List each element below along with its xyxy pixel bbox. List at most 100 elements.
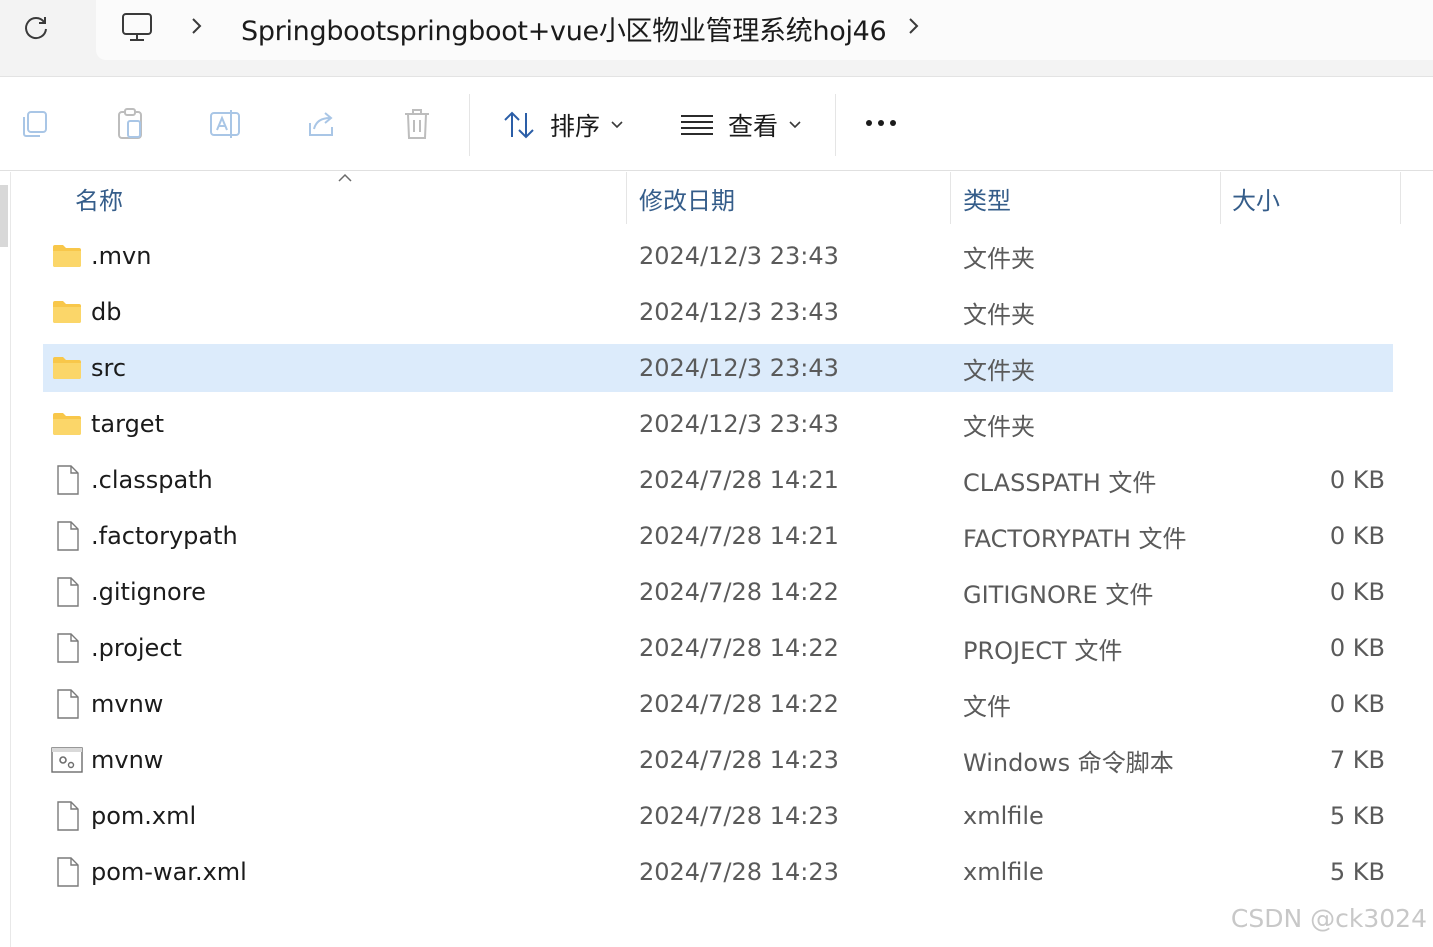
delete-button[interactable] bbox=[397, 104, 437, 144]
file-icon bbox=[51, 520, 83, 552]
file-row[interactable]: .mvn 2024/12/3 23:43 文件夹 bbox=[43, 232, 1393, 280]
file-row[interactable]: pom-war.xml 2024/7/28 14:23 xmlfile 5 KB bbox=[43, 848, 1393, 896]
file-icon bbox=[51, 464, 83, 496]
script-icon bbox=[51, 744, 83, 776]
chevron-down-icon bbox=[611, 121, 623, 129]
rename-icon bbox=[210, 110, 240, 138]
file-type: FACTORYPATH 文件 bbox=[963, 524, 1187, 553]
folder-icon bbox=[51, 296, 83, 328]
file-date-modified: 2024/7/28 14:22 bbox=[639, 578, 839, 606]
file-row[interactable]: .project 2024/7/28 14:22 PROJECT 文件 0 KB bbox=[43, 624, 1393, 672]
file-row[interactable]: .factorypath 2024/7/28 14:21 FACTORYPATH 文… bbox=[43, 512, 1393, 560]
file-row[interactable]: .classpath 2024/7/28 14:21 CLASSPATH 文件 0 K… bbox=[43, 456, 1393, 504]
folder-icon bbox=[51, 408, 83, 440]
file-type: GITIGNORE 文件 bbox=[963, 580, 1154, 609]
view-label: 查看 bbox=[728, 112, 779, 141]
file-icon bbox=[51, 576, 83, 608]
file-row[interactable]: pom.xml 2024/7/28 14:23 xmlfile 5 KB bbox=[43, 792, 1393, 840]
column-divider[interactable] bbox=[950, 172, 951, 224]
file-date-modified: 2024/7/28 14:23 bbox=[639, 802, 839, 830]
view-button[interactable]: 查看 bbox=[680, 104, 802, 146]
toolbar-divider bbox=[469, 94, 470, 156]
file-type: xmlfile bbox=[963, 858, 1044, 886]
rename-button[interactable] bbox=[205, 104, 245, 144]
file-icon bbox=[51, 800, 83, 832]
file-size: 0 KB bbox=[1329, 690, 1385, 718]
file-date-modified: 2024/12/3 23:43 bbox=[639, 242, 839, 270]
file-name: db bbox=[91, 298, 122, 326]
file-size: 5 KB bbox=[1329, 858, 1385, 886]
copy-button[interactable] bbox=[14, 104, 54, 144]
watermark: CSDN @ck3024 bbox=[1230, 904, 1427, 933]
file-size: 7 KB bbox=[1329, 746, 1385, 774]
file-name: .classpath bbox=[91, 466, 213, 494]
sort-label: 排序 bbox=[550, 112, 601, 141]
more-options-button[interactable] bbox=[866, 120, 896, 126]
column-header: 名称 修改日期 类型 大小 bbox=[0, 172, 1433, 224]
file-row[interactable]: mvnw 2024/7/28 14:22 文件 0 KB bbox=[43, 680, 1393, 728]
file-type: 文件夹 bbox=[963, 356, 1035, 385]
file-type: 文件 bbox=[963, 692, 1011, 721]
file-name: .factorypath bbox=[91, 522, 238, 550]
more-icon bbox=[878, 120, 884, 126]
file-name: pom-war.xml bbox=[91, 858, 247, 886]
sort-ascending-icon bbox=[338, 173, 352, 182]
file-name: mvnw bbox=[91, 690, 164, 718]
breadcrumb-chevron-icon[interactable] bbox=[188, 14, 206, 38]
column-date-modified[interactable]: 修改日期 bbox=[639, 172, 735, 224]
column-divider[interactable] bbox=[1400, 172, 1401, 224]
file-type: 文件夹 bbox=[963, 300, 1035, 329]
file-date-modified: 2024/7/28 14:21 bbox=[639, 466, 839, 494]
column-name[interactable]: 名称 bbox=[75, 172, 123, 224]
file-date-modified: 2024/12/3 23:43 bbox=[639, 298, 839, 326]
column-size[interactable]: 大小 bbox=[1232, 172, 1280, 224]
refresh-button[interactable] bbox=[20, 12, 52, 44]
file-icon bbox=[51, 688, 83, 720]
file-date-modified: 2024/7/28 14:23 bbox=[639, 746, 839, 774]
file-size: 0 KB bbox=[1329, 634, 1385, 662]
file-type: PROJECT 文件 bbox=[963, 636, 1123, 665]
file-size: 5 KB bbox=[1329, 802, 1385, 830]
share-icon bbox=[309, 112, 333, 136]
file-icon bbox=[51, 856, 83, 888]
file-size: 0 KB bbox=[1329, 578, 1385, 606]
file-row[interactable]: db 2024/12/3 23:43 文件夹 bbox=[43, 288, 1393, 336]
sort-button[interactable]: 排序 bbox=[502, 104, 624, 146]
file-type: xmlfile bbox=[963, 802, 1044, 830]
file-date-modified: 2024/7/28 14:22 bbox=[639, 690, 839, 718]
column-type[interactable]: 类型 bbox=[963, 172, 1011, 224]
share-button[interactable] bbox=[301, 104, 341, 144]
column-divider[interactable] bbox=[626, 172, 627, 224]
file-row[interactable]: mvnw 2024/7/28 14:23 Windows 命令脚本 7 KB bbox=[43, 736, 1393, 784]
file-row[interactable]: src 2024/12/3 23:43 文件夹 bbox=[43, 344, 1393, 392]
column-divider[interactable] bbox=[1220, 172, 1221, 224]
sort-icon bbox=[504, 111, 534, 139]
file-size: 0 KB bbox=[1329, 522, 1385, 550]
refresh-icon bbox=[25, 17, 47, 40]
file-row[interactable]: target 2024/12/3 23:43 文件夹 bbox=[43, 400, 1393, 448]
more-icon bbox=[866, 120, 872, 126]
file-name: pom.xml bbox=[91, 802, 197, 830]
copy-icon bbox=[23, 111, 47, 137]
paste-icon bbox=[118, 108, 142, 139]
folder-icon bbox=[51, 240, 83, 272]
file-type: 文件夹 bbox=[963, 244, 1035, 273]
navigation-pane-edge[interactable] bbox=[0, 172, 11, 947]
this-pc-icon[interactable] bbox=[120, 10, 154, 44]
breadcrumb-chevron-icon[interactable] bbox=[905, 14, 923, 38]
file-size: 0 KB bbox=[1329, 466, 1385, 494]
file-row[interactable]: .gitignore 2024/7/28 14:22 GITIGNORE 文件 0 K… bbox=[43, 568, 1393, 616]
file-date-modified: 2024/12/3 23:43 bbox=[639, 354, 839, 382]
breadcrumb-current-folder[interactable]: Springbootspringboot+vue小区物业管理系统hoj46 bbox=[241, 9, 887, 48]
command-bar: 排序 查看 bbox=[0, 78, 1433, 171]
paste-button[interactable] bbox=[110, 104, 150, 144]
file-date-modified: 2024/7/28 14:23 bbox=[639, 858, 839, 886]
file-name: .mvn bbox=[91, 242, 152, 270]
folder-icon bbox=[51, 352, 83, 384]
chevron-down-icon bbox=[789, 121, 801, 129]
view-list-icon bbox=[681, 115, 713, 135]
more-icon bbox=[890, 120, 896, 126]
file-name: mvnw bbox=[91, 746, 164, 774]
file-type: CLASSPATH 文件 bbox=[963, 468, 1157, 497]
file-type: 文件夹 bbox=[963, 412, 1035, 441]
